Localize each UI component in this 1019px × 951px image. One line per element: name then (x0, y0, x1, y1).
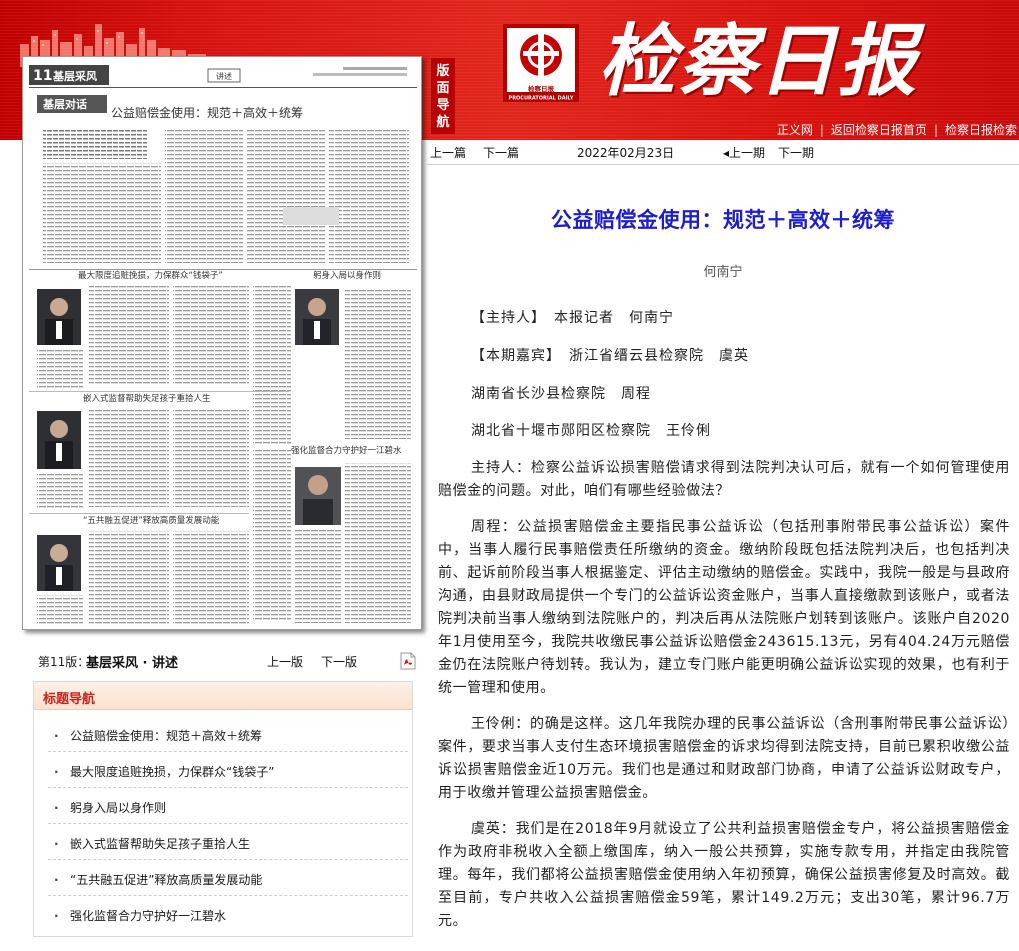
title-nav-item-label: 最大限度追赃挽损，力保群众“钱袋子” (70, 765, 275, 779)
page-name: 基层采风 · 讲述 (86, 656, 178, 671)
logo-caption-en: PROCURATORIAL DAILY (509, 96, 574, 102)
bullet-icon: · (54, 873, 59, 887)
thumb-subsection: 基层对话 (42, 97, 87, 111)
prev-article-link[interactable]: 上一篇 (430, 144, 466, 161)
procuratorial-daily-logo: 检察日报 PROCURATORIAL DAILY (503, 24, 579, 102)
title-nav-item[interactable]: · “五共融五促进”释放高质量发展动能 (48, 864, 408, 896)
thumb-headline-2: 最大限度追赃挽损，力保群众“钱袋子” (78, 270, 223, 281)
title-nav-item[interactable]: · 最大限度追赃挽损，力保群众“钱袋子” (48, 756, 408, 788)
prev-issue-link[interactable]: ◂上一期 (723, 144, 765, 161)
page-info-bar: 第11版： 基层采风 · 讲述 上一版 下一版 (38, 652, 420, 671)
thumb-headline-6: “五共融五促进”释放高质量发展动能 (83, 515, 220, 526)
thumb-page-no: 11 (33, 68, 52, 84)
prev-issue-label: 上一期 (729, 146, 766, 160)
title-nav-item[interactable]: · 嵌入式监督帮助失足孩子重拾人生 (48, 828, 408, 860)
link-zhengyi-net[interactable]: 正义网 (777, 123, 813, 137)
title-navigation-header: 标题导航 (34, 682, 412, 710)
article-paragraph: 主持人：检察公益诉讼损害赔偿请求得到法院判决认可后，就有一个如何管理使用赔偿金的… (438, 460, 1010, 499)
article-paragraph: 周程：公益损害赔偿金主要指民事公益诉讼（包括刑事附带民事公益诉讼）案件中，当事人… (438, 519, 1010, 696)
separator: | (819, 123, 824, 137)
title-navigation-panel: 标题导航 · 公益赔偿金使用：规范＋高效＋统筹 · 最大限度追赃挽损，力保群众“钱袋… (33, 681, 413, 937)
guest-line: 湖南省长沙县检察院 周程 (471, 386, 651, 402)
article-paragraph: 王伶俐：的确是这样。这几年我院办理的民事公益诉讼（含刑事附带民事公益诉讼）案件，… (438, 716, 1010, 801)
article-navigation-bar: 上一篇 下一篇 2022年02月23日 ◂上一期 下一期 (427, 141, 1019, 163)
thumb-headline-main: 公益赔偿金使用：规范＋高效＋统筹 (111, 105, 303, 120)
issue-date: 2022年02月23日 (577, 146, 675, 160)
bullet-icon: · (54, 729, 59, 743)
title-nav-item[interactable]: · 强化监督合力守护好一江碧水 (48, 900, 408, 932)
next-page-link[interactable]: 下一版 (321, 653, 357, 670)
link-search[interactable]: 检察日报检索 (945, 123, 1017, 137)
newspaper-page-thumbnail[interactable]: 11 基层采风 讲述 基层对话 公益赔偿金使用：规范＋高效＋统筹 最大限度追赃挽… (22, 56, 422, 630)
title-nav-item[interactable]: · 躬身入局以身作则 (48, 792, 408, 824)
host-line: 【主持人】 本报记者 何南宁 (471, 310, 674, 326)
article-title: 公益赔偿金使用：规范＋高效＋统筹 (551, 208, 895, 232)
title-nav-item-label: 公益赔偿金使用：规范＋高效＋统筹 (70, 729, 263, 743)
thumb-section: 基层采风 (52, 69, 97, 83)
divider (427, 164, 1019, 165)
paper-thumbnail-image: 11 基层采风 讲述 基层对话 公益赔偿金使用：规范＋高效＋统筹 最大限度追赃挽… (23, 57, 421, 629)
bullet-icon: · (54, 801, 59, 815)
link-back-home[interactable]: 返回检察日报首页 (831, 123, 927, 137)
prev-page-link[interactable]: 上一版 (267, 653, 303, 670)
title-nav-item-label: 躬身入局以身作则 (70, 801, 167, 815)
thumb-headline-3: 躬身入局以身作则 (313, 270, 381, 281)
title-nav-item-label: 强化监督合力守护好一江碧水 (70, 909, 227, 923)
separator: | (933, 123, 938, 137)
bullet-icon: · (54, 909, 59, 923)
article-author: 何南宁 (703, 265, 743, 280)
bullet-icon: · (54, 765, 59, 779)
bullet-icon: · (54, 837, 59, 851)
guests-line: 【本期嘉宾】 浙江省缙云县检察院 虞英 (471, 348, 749, 364)
page-number-label: 第11版： (38, 655, 90, 669)
logo-caption: 检察日报 (528, 84, 555, 93)
header-links: 正义网 | 返回检察日报首页 | 检察日报检索 (777, 121, 1017, 138)
article-paragraph: 虞英：我们是在2018年9月就设立了公共利益损害赔偿金专户，将公益损害赔偿金作为… (438, 821, 1010, 929)
masthead-title: 检察日报 (598, 16, 919, 107)
pdf-icon[interactable] (400, 652, 416, 670)
thumb-headline-5: 强化监督合力守护好一江碧水 (291, 445, 402, 456)
guest-line: 湖北省十堰市郧阳区检察院 王伶俐 (471, 423, 711, 439)
title-nav-item-label: “五共融五促进”释放高质量发展动能 (70, 873, 263, 887)
title-nav-item[interactable]: · 公益赔偿金使用：规范＋高效＋统筹 (48, 720, 408, 752)
next-issue-link[interactable]: 下一期 (778, 144, 814, 161)
next-article-link[interactable]: 下一篇 (483, 144, 519, 161)
title-nav-item-label: 嵌入式监督帮助失足孩子重拾人生 (70, 837, 251, 851)
layout-navigation-tab[interactable]: 版面导航 (431, 58, 455, 134)
thumb-headline-4: 嵌入式监督帮助失足孩子重拾人生 (83, 393, 211, 404)
thumb-tag: 讲述 (216, 71, 232, 81)
